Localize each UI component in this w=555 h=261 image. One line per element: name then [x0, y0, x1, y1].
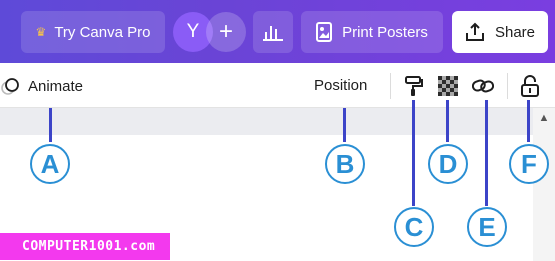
bar-chart-icon: [263, 26, 283, 41]
callout-e: E: [467, 207, 507, 247]
toolbar-divider: [507, 73, 508, 99]
upload-icon: [465, 22, 485, 42]
editor-toolbar: Animate Position: [0, 63, 555, 108]
transparency-icon[interactable]: [436, 74, 460, 98]
toolbar-divider: [390, 73, 391, 99]
animate-icon: [0, 76, 26, 96]
link-icon[interactable]: [471, 74, 495, 98]
crown-icon: ♛: [35, 25, 47, 39]
scroll-up-arrow-icon[interactable]: ▲: [536, 110, 552, 126]
watermark: COMPUTER1001.com: [0, 233, 170, 260]
pointer-line-d: [446, 100, 449, 142]
share-label: Share: [494, 23, 536, 41]
print-posters-label: Print Posters: [342, 23, 428, 41]
top-bar: ♛ Try Canva Pro Y + Print Posters Share: [0, 0, 555, 63]
print-posters-button[interactable]: Print Posters: [301, 11, 443, 53]
avatar-initial: Y: [186, 21, 200, 42]
callout-b: B: [325, 144, 365, 184]
try-canva-pro-label: Try Canva Pro: [54, 23, 151, 41]
callout-f: F: [509, 144, 549, 184]
canvas-area: [0, 108, 533, 135]
callout-d: D: [428, 144, 468, 184]
paint-roller-icon[interactable]: [401, 74, 425, 98]
pointer-line-f: [527, 100, 530, 142]
try-canva-pro-button[interactable]: ♛ Try Canva Pro: [21, 11, 165, 53]
animate-label: Animate: [28, 77, 84, 95]
pointer-line-b: [343, 108, 346, 142]
pointer-line-e: [485, 100, 488, 206]
pointer-line-c: [412, 100, 415, 206]
insights-button[interactable]: [253, 11, 293, 53]
add-collaborator-button[interactable]: +: [206, 12, 246, 52]
share-button[interactable]: Share: [452, 11, 548, 53]
callout-a: A: [30, 144, 70, 184]
poster-icon: [316, 22, 333, 42]
plus-icon: +: [218, 18, 233, 45]
animate-button[interactable]: Animate: [0, 75, 83, 97]
lock-icon[interactable]: [518, 74, 542, 98]
position-button[interactable]: Position: [314, 77, 367, 94]
callout-c: C: [394, 207, 434, 247]
vertical-scrollbar[interactable]: [533, 108, 555, 261]
pointer-line-a: [49, 108, 52, 142]
